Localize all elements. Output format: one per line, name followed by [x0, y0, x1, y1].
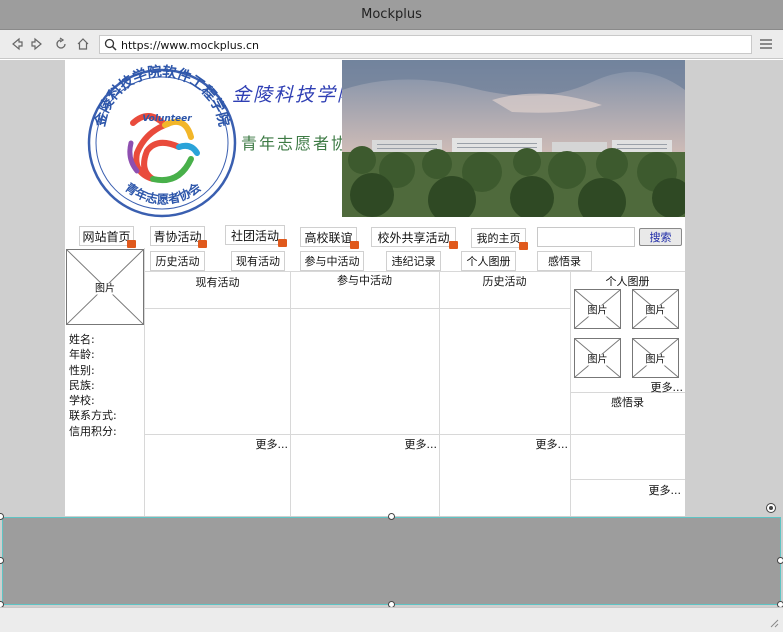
album-image-2[interactable]: 图片	[632, 289, 679, 329]
tab-ongoing-activities[interactable]: 参与中活动	[300, 251, 364, 271]
nav-club-activities[interactable]: 社团活动	[225, 225, 287, 247]
selected-widget[interactable]	[2, 517, 781, 605]
search-icon	[104, 38, 117, 51]
window-title: Mockplus	[361, 7, 422, 22]
album-image-3-label: 图片	[586, 354, 609, 366]
nav-my-page[interactable]: 我的主页	[471, 228, 528, 250]
site-title: 金陵科技学院	[232, 84, 359, 106]
grid-line	[290, 271, 291, 516]
flag-icon	[350, 241, 359, 249]
profile-fields: 姓名: 年龄: 性别: 民族: 学校: 联系方式: 信用积分:	[69, 332, 117, 439]
panel-journal-more-link[interactable]: 更多...	[625, 482, 682, 498]
browser-toolbar: https://www.mockplus.cn	[0, 30, 783, 59]
panel-ongoing-title: 参与中活动	[337, 274, 392, 287]
association-logo: 金陵科技学院软件工程学院 青年志愿者协会 Volunteer	[87, 63, 237, 218]
tab-reflections[interactable]: 感悟录	[537, 251, 592, 271]
field-school: 学校:	[69, 394, 95, 408]
nav-club-label: 社团活动	[230, 228, 279, 243]
field-name: 姓名:	[69, 333, 95, 346]
resize-grip-icon[interactable]	[769, 618, 779, 628]
grid-line	[145, 308, 570, 309]
album-image-2-label: 图片	[644, 305, 667, 317]
panel-history-title: 历史活动	[482, 275, 527, 288]
grid-line	[145, 434, 570, 435]
nav-college-label: 高校联谊	[304, 230, 353, 245]
album-image-1[interactable]: 图片	[574, 289, 621, 329]
grid-line	[439, 271, 440, 516]
nav-home-label: 网站首页	[82, 229, 131, 244]
grid-line	[570, 434, 685, 435]
resize-handle-right[interactable]	[777, 557, 783, 564]
album-image-1-label: 图片	[586, 305, 609, 317]
profile-photo-label: 图片	[94, 283, 116, 295]
flag-icon	[127, 240, 136, 248]
reload-icon[interactable]	[53, 36, 69, 52]
address-url: https://www.mockplus.cn	[121, 39, 260, 52]
flag-icon	[519, 242, 528, 250]
nav-my-page-label: 我的主页	[476, 232, 521, 245]
nav-association-label: 青协活动	[153, 229, 202, 244]
panel-journal-title: 感悟录	[611, 396, 644, 409]
nav-external-shared[interactable]: 校外共享活动	[371, 227, 458, 249]
tab-violation-records[interactable]: 违纪记录	[386, 251, 441, 271]
window-titlebar: Mockplus	[0, 0, 783, 30]
field-age: 年龄:	[69, 348, 95, 362]
status-bar	[0, 607, 783, 632]
tab-current-activities[interactable]: 现有活动	[231, 251, 285, 271]
nav-college-union[interactable]: 高校联谊	[300, 227, 359, 249]
field-contact: 联系方式:	[69, 409, 117, 423]
tab-personal-album[interactable]: 个人图册	[461, 251, 516, 271]
forward-icon[interactable]	[29, 36, 45, 52]
field-ethnicity: 民族:	[69, 378, 95, 392]
home-icon[interactable]	[75, 36, 91, 52]
flag-icon	[278, 239, 287, 247]
campus-photo	[342, 60, 685, 217]
album-image-4-label: 图片	[644, 354, 667, 366]
album-image-3[interactable]: 图片	[574, 338, 621, 378]
tab-history-activities[interactable]: 历史活动	[150, 251, 205, 271]
album-image-4[interactable]: 图片	[632, 338, 679, 378]
profile-column: 图片 姓名: 年龄: 性别: 民族: 学校: 联系方式: 信用积分:	[65, 248, 145, 516]
panel-history-more-link[interactable]: 更多...	[485, 436, 569, 452]
banner: 金陵科技学院软件工程学院 青年志愿者协会 Volunteer 金陵科技学院 青年…	[65, 60, 685, 218]
nav-association-activities[interactable]: 青协活动	[150, 226, 207, 248]
rotate-handle[interactable]	[766, 503, 776, 513]
grid-line	[570, 479, 685, 480]
nav-external-label: 校外共享活动	[377, 230, 450, 245]
back-icon[interactable]	[9, 36, 25, 52]
search-input[interactable]	[537, 227, 635, 247]
address-bar[interactable]: https://www.mockplus.cn	[99, 35, 752, 54]
panel-current-more-link[interactable]: 更多...	[205, 436, 289, 452]
nav-home[interactable]: 网站首页	[79, 226, 136, 248]
panel-album-title: 个人图册	[605, 275, 650, 288]
panel-current-title: 现有活动	[195, 276, 240, 289]
search-button[interactable]: 搜索	[639, 228, 682, 246]
field-gender: 性别:	[69, 363, 95, 377]
profile-photo: 图片	[66, 249, 144, 325]
flag-icon	[449, 241, 458, 249]
panel-ongoing-more-link[interactable]: 更多...	[355, 436, 438, 452]
hamburger-menu-icon[interactable]	[759, 37, 773, 51]
mock-page: 金陵科技学院软件工程学院 青年志愿者协会 Volunteer 金陵科技学院 青年…	[65, 60, 685, 516]
resize-handle-top[interactable]	[388, 513, 395, 520]
panel-album-more-link[interactable]: 更多...	[625, 379, 684, 395]
field-credit: 信用积分:	[69, 424, 117, 438]
logo-center-text: Volunteer	[142, 114, 192, 124]
flag-icon	[198, 240, 207, 248]
